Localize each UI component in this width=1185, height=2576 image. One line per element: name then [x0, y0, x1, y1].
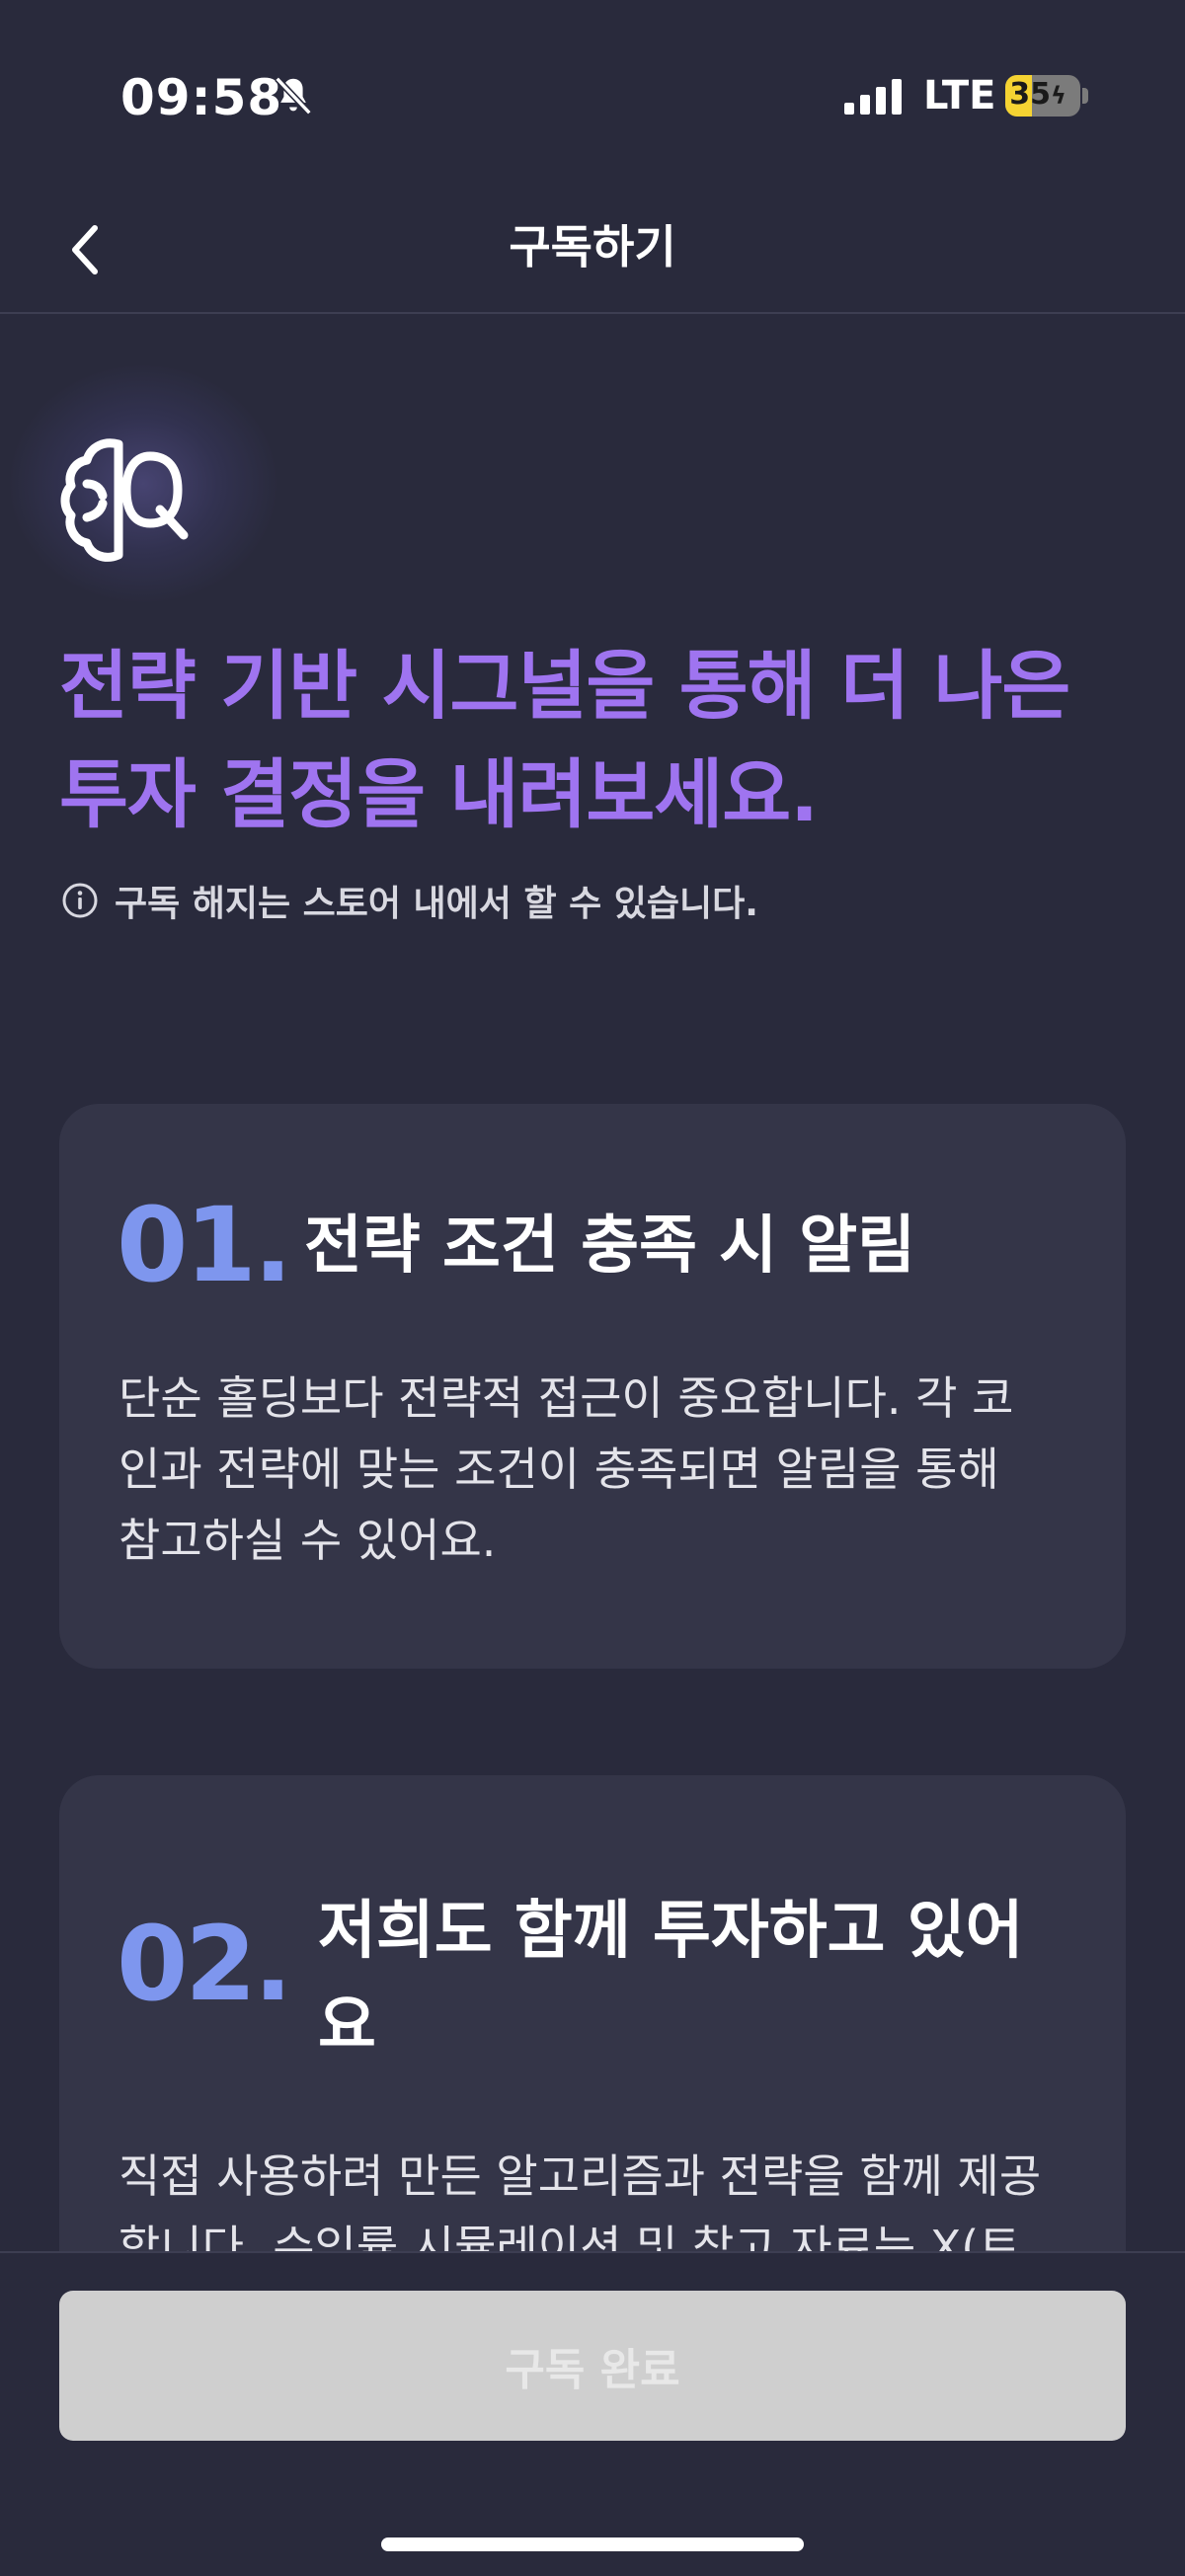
cellular-signal-icon — [844, 79, 902, 115]
nav-bar: 구독하기 — [0, 188, 1185, 314]
subscribe-complete-button[interactable]: 구독 완료 — [59, 2291, 1126, 2441]
subscribe-screen: 09:58 LTE 35ϟ 구독하기 전략 기반 시그널을 통해 더 나은 투자… — [0, 0, 1185, 2576]
info-icon — [62, 883, 98, 918]
battery-cap — [1082, 88, 1088, 104]
back-button[interactable] — [55, 217, 115, 282]
headline-line-1: 전략 기반 시그널을 통해 더 나은 — [59, 642, 1070, 730]
feature-description: 단순 홀딩보다 전략적 접근이 중요합니다. 각 코 인과 전략에 맞는 조건이… — [118, 1363, 1066, 1576]
unsubscribe-notice: 구독 해지는 스토어 내에서 할 수 있습니다. — [61, 877, 1147, 924]
feature-card-1: 01. 전략 조건 충족 시 알림 단순 홀딩보다 전략적 접근이 중요합니다.… — [59, 1104, 1126, 1669]
battery-level-text: 35 — [1009, 77, 1051, 112]
feature-number: 02. — [117, 1904, 292, 2024]
feature-title: 저희도 함께 투자하고 있어 요 — [318, 1884, 1098, 2073]
feature-description-line: 참고하실 수 있어요. — [118, 1514, 497, 1567]
bolt-icon: ϟ — [1050, 82, 1066, 110]
bottom-action-bar: 구독 완료 — [0, 2251, 1185, 2576]
headline-line-2: 투자 결정을 내려보세요. — [59, 750, 819, 838]
feature-title: 전략 조건 충족 시 알림 — [304, 1210, 916, 1283]
notice-text: 구독 해지는 스토어 내에서 할 수 있습니다. — [115, 884, 758, 924]
brain-q-logo-icon — [60, 438, 189, 562]
status-time: 09:58 — [120, 69, 283, 126]
feature-description-line: 인과 전략에 맞는 조건이 충족되면 알림을 통해 — [118, 1443, 999, 1496]
battery-body: 35ϟ — [1005, 75, 1080, 117]
feature-description-line: 직접 사용하려 만든 알고리즘과 전략을 함께 제공 — [118, 2149, 1042, 2203]
network-type: LTE — [923, 73, 996, 118]
headline: 전략 기반 시그널을 통해 더 나은 투자 결정을 내려보세요. — [59, 632, 1146, 849]
status-bar: 09:58 LTE 35ϟ — [0, 0, 1185, 188]
home-indicator[interactable] — [381, 2537, 804, 2551]
bell-off-icon — [275, 76, 312, 116]
feature-title-line: 저희도 함께 투자하고 있어 — [318, 1895, 1024, 1968]
battery-indicator: 35ϟ — [1005, 75, 1088, 117]
battery-level: 35ϟ — [1005, 77, 1070, 112]
feature-description-line: 단순 홀딩보다 전략적 접근이 중요합니다. 각 코 — [118, 1371, 1014, 1425]
page-title: 구독하기 — [509, 220, 676, 273]
feature-title-line: 요 — [318, 1990, 376, 2063]
chevron-left-icon — [72, 225, 98, 274]
feature-number: 01. — [117, 1185, 292, 1305]
